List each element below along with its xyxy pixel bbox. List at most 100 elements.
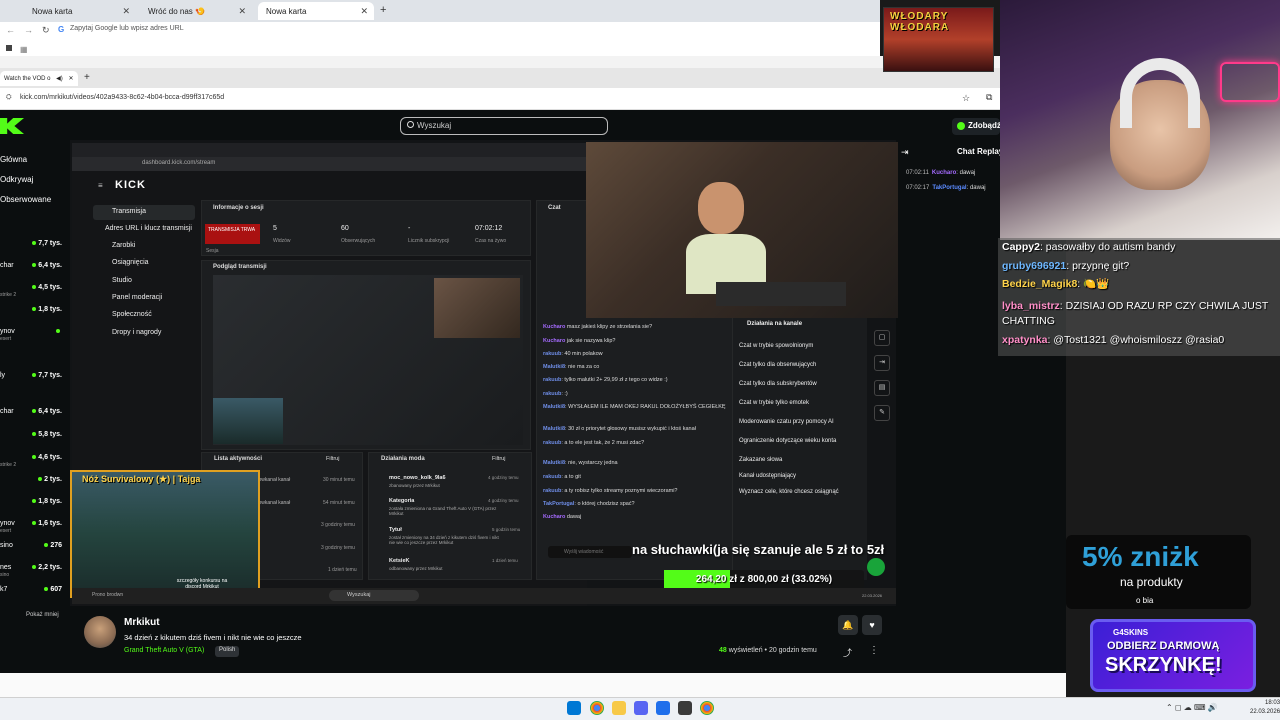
share-icon[interactable]: ⤴	[843, 646, 852, 659]
channel-row[interactable]: ynov esert	[0, 328, 62, 342]
outer-tab-3[interactable]: Nowa karta ✕	[258, 2, 374, 20]
channel-row[interactable]: 5,8 tys.	[0, 431, 62, 445]
app-icon[interactable]	[656, 701, 670, 715]
chat-user: rakuub	[543, 440, 562, 446]
avatar[interactable]	[84, 616, 116, 648]
collapse-chat-icon[interactable]: ⇥	[901, 147, 909, 158]
chat-msg: o której chodzisz spać?	[577, 501, 635, 507]
inner-url[interactable]: kick.com/mrkikut/videos/402a9433-8c62-4b…	[20, 94, 224, 101]
overlay-msg: @Tost1321 @whoismiloszz @rasia0	[1053, 334, 1225, 346]
channel-row[interactable]: 7,7 tys.	[0, 240, 62, 254]
channel-sub: strike 2	[0, 462, 17, 468]
channel-row[interactable]: nes sino 2,2 tys.	[0, 564, 62, 578]
outer-tab-1-label: Nowa karta	[32, 6, 73, 16]
channel-row[interactable]: ynov esert 1,6 tys.	[0, 520, 62, 534]
channel-row[interactable]: k7 607	[0, 586, 62, 600]
viewer-count: 1,8 tys.	[32, 306, 62, 313]
category-link[interactable]: Grand Theft Auto V (GTA)	[124, 647, 204, 654]
dash-chat-line: rakuub: :)	[543, 391, 568, 397]
mod-action-time: 4 godziny temu	[488, 475, 519, 480]
close-icon[interactable]: ✕	[238, 6, 246, 17]
inner-tab-label: Watch the VOD o	[4, 76, 51, 82]
mod-action-title: moc_nowo_kolk_9la6	[389, 475, 446, 481]
language-badge[interactable]: Polish	[215, 646, 240, 657]
channel-actions-panel	[733, 318, 867, 580]
viewer-count: 1,6 tys.	[32, 520, 62, 527]
channel-name: ly	[0, 372, 6, 379]
reload-icon[interactable]: ↻	[42, 25, 50, 36]
channel-row[interactable]: char 6,4 tys.	[0, 408, 62, 422]
channel-row[interactable]: ly 7,7 tys.	[0, 372, 62, 386]
menu-url: Adres URL i klucz transmisji	[105, 225, 192, 232]
more-icon[interactable]: ⋮	[869, 645, 879, 656]
activity-time: 54 minut temu	[323, 500, 355, 506]
tray-icons[interactable]: ⌃ ◻ ☁ ⌨ 🔊	[1166, 703, 1218, 712]
chat-user[interactable]: Kucharo	[932, 170, 956, 176]
chrome-icon[interactable]	[700, 701, 714, 715]
chat-msg: a ty robisz tylko streamy poznymi wieczo…	[564, 488, 678, 494]
discord-icon[interactable]	[634, 701, 648, 715]
show-less-link[interactable]: Pokaż mniej	[26, 612, 59, 618]
views-label: wyświetleń	[726, 647, 763, 654]
outer-tab-1[interactable]: Nowa karta ✕	[24, 2, 136, 20]
menu-dropy: Dropy i nagrody	[112, 329, 162, 336]
heart-icon[interactable]: ♥	[862, 615, 882, 635]
file-explorer-icon[interactable]	[612, 701, 626, 715]
channel-row[interactable]: 1,8 tys.	[0, 498, 62, 512]
search-input[interactable]: Wyszukaj	[400, 117, 608, 135]
channel-action: Czat tylko dla subskrybentów	[739, 381, 817, 387]
promo-sub2: o bia	[1136, 596, 1154, 605]
channel-action: Kanał udostępniający	[739, 473, 797, 479]
channel-row[interactable]: char 6,4 tys.	[0, 262, 62, 276]
zdobadz-button[interactable]: Zdobądź	[952, 118, 1001, 135]
close-icon[interactable]: ✕	[68, 76, 73, 82]
dash-chat-line: rakuub: a to ele jest tak, że 2 musi zda…	[543, 440, 645, 446]
outer-address-input[interactable]: G Zapytaj Google lub wpisz adres URL	[58, 25, 858, 39]
chat-user: Kucharo	[543, 324, 566, 330]
system-clock[interactable]: 18:03 22.03.2026	[1250, 699, 1280, 717]
folder-icon[interactable]	[6, 45, 12, 51]
bookmark-star-icon[interactable]: ☆	[962, 93, 970, 104]
inner-tab-vod[interactable]: Watch the VOD o ◀) ✕	[0, 71, 78, 86]
new-tab-icon[interactable]: +	[84, 72, 90, 83]
forward-icon[interactable]: →	[24, 25, 33, 35]
outer-tab-2[interactable]: Wróć do nas 🍤 ✕	[140, 2, 252, 20]
clock-date: 22.03.2026	[1250, 709, 1280, 715]
stat-uptime: 07:02:12 Czas na żywo	[475, 225, 506, 244]
nav-following[interactable]: Obserwowane	[0, 190, 60, 210]
promo-sub: na produkty	[1120, 575, 1183, 589]
dash-chat-line: rakuub: a ty robisz tylko streamy poznym…	[543, 488, 678, 494]
apps-icon[interactable]: ▦	[20, 45, 28, 54]
chat-time: 07:02:17	[906, 185, 930, 191]
obs-icon[interactable]	[678, 701, 692, 715]
chat-msg: nie ma za co	[568, 364, 600, 370]
stat-viewers: 5 Widzów	[273, 225, 291, 244]
notification-bell-icon[interactable]: 🔔	[838, 615, 858, 635]
windows-start-icon[interactable]	[567, 701, 581, 715]
back-icon[interactable]: ←	[6, 25, 15, 35]
close-icon[interactable]: ✕	[360, 6, 368, 17]
channel-row[interactable]: strike 2 4,5 tys.	[0, 284, 62, 298]
overlay-user: gruby696921	[1002, 260, 1067, 272]
chrome-icon[interactable]	[590, 701, 604, 715]
channel-action: Wyznacz cele, które chcesz osiągnąć	[739, 489, 839, 495]
nav-browse[interactable]: Odkrywaj	[0, 170, 60, 190]
new-tab-icon[interactable]: +	[380, 4, 386, 16]
viewer-count: 276	[44, 542, 62, 549]
chat-user: rakuub	[543, 351, 562, 357]
site-info-icon[interactable]: ⛭	[6, 94, 12, 102]
overlay-user: Cappy2	[1002, 241, 1040, 253]
streamer-name[interactable]: Mrkikut	[124, 617, 160, 628]
menu-spolecznosc: Społeczność	[112, 311, 152, 318]
channel-row[interactable]: 2 tys.	[0, 476, 62, 490]
spacer	[0, 56, 1000, 68]
nav-home[interactable]: Główna	[0, 150, 60, 170]
channel-row[interactable]: 1,8 tys.	[0, 306, 62, 320]
channel-row[interactable]: sino 276	[0, 542, 62, 556]
extensions-icon[interactable]: ⧉	[986, 92, 992, 103]
close-icon[interactable]: ✕	[122, 6, 130, 17]
chat-time: 07:02:11	[906, 170, 929, 176]
chat-user[interactable]: TakPortugal	[932, 185, 966, 191]
channel-row[interactable]: strike 2 4,6 tys.	[0, 454, 62, 468]
streamer-url: dashboard.kick.com/stream	[142, 160, 216, 166]
